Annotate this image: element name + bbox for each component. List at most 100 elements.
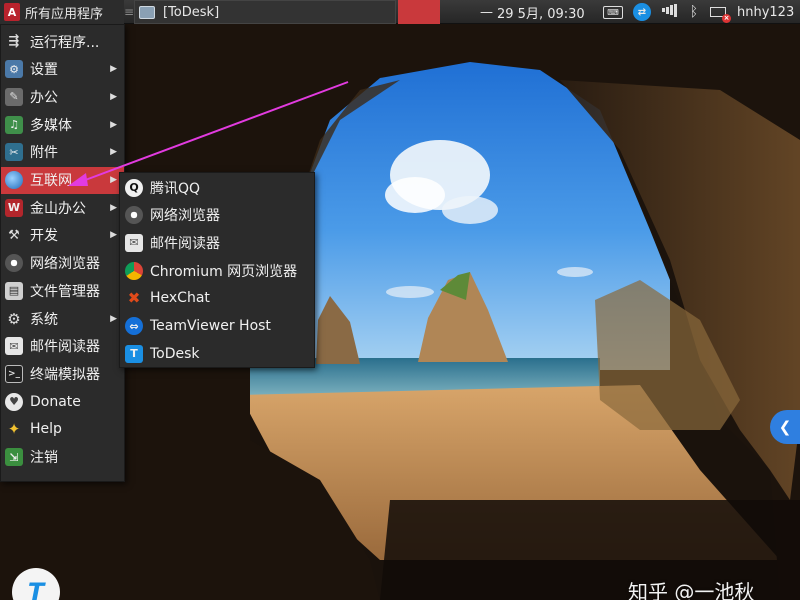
todesk-icon: T [125,344,143,363]
internet-submenu-item-label: 邮件阅读器 [150,235,220,252]
main-menu-item-label: 多媒体 [30,117,72,134]
clock-dash: — [480,4,493,20]
main-menu-item-label: 网络浏览器 [30,256,100,273]
internet-submenu: Q 腾讯QQ 网络浏览器 ✉ 邮件阅读器 Chromium 网页浏览器 ✖ HexChat ⇔ T… [119,172,315,368]
teamviewer-icon: ⇔ [125,317,143,335]
run-icon: ⇶ [8,34,20,49]
clock-text: 29 5月, 09:30 [497,6,585,22]
user-menu[interactable]: hnhy123 [734,0,800,24]
main-menu-item[interactable]: ♥ Donate [1,388,124,415]
internet-submenu-item[interactable]: T ToDesk [120,340,314,367]
signal-bar-icon [665,6,669,14]
submenu-arrow-icon: ▶ [110,202,117,213]
main-menu-item[interactable]: W 金山办公 ▶ [1,194,124,221]
help-icon: ✦ [7,420,21,439]
bluetooth-tray[interactable]: ᛒ [684,0,704,24]
main-menu-item[interactable]: ⚙ 系统 ▶ [1,305,124,332]
submenu-arrow-icon: ▶ [110,91,117,102]
main-menu-item-label: 开发 [30,228,58,245]
main-menu-item[interactable]: ▤ 文件管理器 [1,277,124,304]
battery-tray[interactable]: × [706,0,731,24]
main-menu-item-label: 运行程序... [30,34,100,51]
submenu-arrow-icon: ▶ [110,230,117,241]
submenu-arrow-icon: ▶ [110,147,117,158]
network-tray[interactable] [658,0,680,24]
main-menu-item[interactable]: 互联网 ▶ [1,166,124,194]
submenu-arrow-icon: ▶ [110,175,117,185]
side-panel-toggle[interactable]: ❮ [770,410,800,444]
bluetooth-icon: ᛒ [689,4,699,20]
main-menu-item-label: 设置 [30,62,58,79]
main-menu-item[interactable]: ⚙ 设置 ▶ [1,56,124,83]
taskbar-item-todesk[interactable]: [ToDesk] [134,0,396,24]
signal-bar-icon [673,3,677,17]
internet-submenu-item[interactable]: ✉ 邮件阅读器 [120,229,314,256]
system-icon: ⚙ [7,309,21,328]
todesk-tray[interactable]: ⇄ [630,0,654,24]
main-menu-item-label: 办公 [30,89,58,106]
main-menu-item[interactable]: ⇲ 注销 [1,444,124,471]
file-manager-icon: ▤ [5,281,23,300]
submenu-arrow-icon: ▶ [110,119,117,130]
internet-icon [5,171,23,189]
main-menu-item[interactable]: ✎ 办公 ▶ [1,83,124,110]
apps-menu-logo-icon: A [4,3,20,21]
todesk-tray-icon: ⇄ [633,3,651,21]
internet-submenu-item-label: TeamViewer Host [150,318,271,334]
submenu-arrow-icon: ▶ [110,313,117,324]
main-menu-item[interactable]: ⇶ 运行程序... [1,28,124,55]
wps-icon: W [5,198,23,217]
top-panel: A 所有应用程序 ≡ [ToDesk] — 29 5月, 09:30 ⌨ ⇄ ᛒ… [0,0,800,24]
panel-separator: ≡ [123,5,135,19]
signal-bar-icon [669,5,673,15]
watermark: 知乎 @一池秋 [628,580,755,600]
internet-submenu-item-label: Chromium 网页浏览器 [150,263,298,280]
main-menu-item[interactable]: >_ 终端模拟器 [1,360,124,387]
hexchat-icon: ✖ [127,289,141,308]
main-menu-item[interactable]: ✦ Help [1,416,124,443]
main-menu-item[interactable]: ♫ 多媒体 ▶ [1,111,124,138]
panel-clock[interactable]: — 29 5月, 09:30 [480,0,598,24]
web-browser-icon [125,206,143,225]
mail-reader-icon: ✉ [5,337,23,356]
keyboard-layout-tray[interactable]: ⌨ [600,0,626,24]
main-menu-item-label: 邮件阅读器 [30,339,100,356]
main-menu-item-label: 互联网 [30,173,72,189]
main-menu-item[interactable]: ✉ 邮件阅读器 [1,333,124,360]
taskbar-item-red[interactable] [398,0,440,24]
qq-icon: Q [125,178,143,197]
main-menu-item[interactable]: ⚒ 开发 ▶ [1,222,124,249]
main-menu-item-label: 附件 [30,145,58,162]
internet-submenu-item-label: 网络浏览器 [150,208,220,225]
internet-submenu-item[interactable]: 网络浏览器 [120,202,314,229]
taskbar-item-label: [ToDesk] [163,4,220,20]
donate-icon: ♥ [5,392,23,411]
apps-menu-button[interactable]: A 所有应用程序 [0,0,124,24]
keyboard-icon: ⌨ [603,5,623,19]
main-menu-item-label: Help [30,421,62,438]
settings-icon: ⚙ [5,60,23,79]
internet-submenu-item[interactable]: Q 腾讯QQ [120,174,314,201]
main-menu-item-label: Donate [30,393,81,410]
internet-submenu-item[interactable]: ✖ HexChat [120,285,314,312]
accessories-icon: ✂ [5,143,23,162]
internet-submenu-item-label: HexChat [150,290,210,307]
main-menu-item-label: 系统 [30,311,58,328]
main-menu-item-label: 文件管理器 [30,283,100,300]
signal-bar-icon [661,8,665,12]
internet-submenu-item[interactable]: Chromium 网页浏览器 [120,257,314,284]
internet-submenu-item[interactable]: ⇔ TeamViewer Host [120,313,314,340]
main-menu-item[interactable]: ✂ 附件 ▶ [1,139,124,166]
chevron-left-icon: ❮ [778,418,792,436]
multimedia-icon: ♫ [5,115,23,134]
main-menu-item-label: 注销 [30,450,58,466]
mail-reader-icon: ✉ [125,233,143,252]
main-menu-item-label: 终端模拟器 [30,366,100,383]
applications-menu: ⇶ 运行程序... ⚙ 设置 ▶ ✎ 办公 ▶ ♫ 多媒体 ▶ ✂ 附件 ▶ 互联网 ▶ W 金山办公 ▶ ⚒ 开发 ▶ 网… [0,24,125,482]
development-icon: ⚒ [8,227,20,243]
main-menu-item[interactable]: 网络浏览器 [1,250,124,277]
battery-icon: × [710,7,731,23]
todesk-logo-icon: T [27,578,45,600]
terminal-icon: >_ [5,364,23,383]
main-menu-item-label: 金山办公 [30,200,86,217]
